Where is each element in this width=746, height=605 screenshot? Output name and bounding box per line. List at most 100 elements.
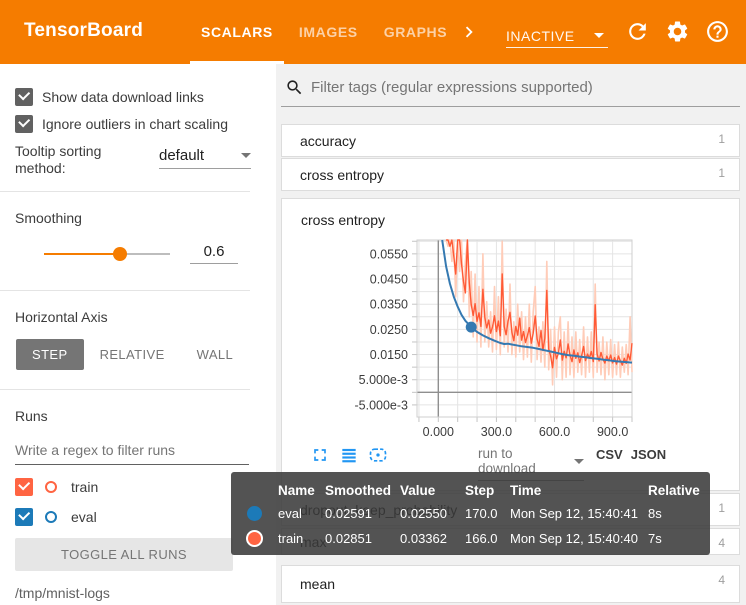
- tag-row-label: mean: [300, 576, 336, 592]
- chart-toolbar-icons: [310, 445, 388, 465]
- tooltip-cell: 170.0: [465, 506, 498, 521]
- tooltip-header-row: Name Smoothed Value Step Time Relative: [231, 479, 710, 501]
- svg-text:0.000: 0.000: [423, 425, 454, 439]
- svg-text:5.000e-3: 5.000e-3: [359, 373, 408, 387]
- tag-count-badge: 4: [718, 573, 725, 587]
- svg-text:0.0350: 0.0350: [370, 298, 408, 312]
- toggle-all-runs-button[interactable]: TOGGLE ALL RUNS: [15, 538, 233, 571]
- svg-text:300.0: 300.0: [481, 425, 512, 439]
- svg-text:900.0: 900.0: [597, 425, 628, 439]
- show-download-links-row: Show data download links: [15, 88, 276, 106]
- run-eval-label: eval: [71, 509, 97, 525]
- tab-images[interactable]: IMAGES: [286, 0, 371, 64]
- show-download-links-checkbox[interactable]: [15, 88, 33, 106]
- eval-run-dot: [247, 506, 262, 521]
- tag-count-badge: 1: [718, 501, 725, 515]
- tensorboard-app: TensorBoard SCALARS IMAGES GRAPHS INACTI…: [0, 0, 746, 605]
- tag-row-accuracy[interactable]: accuracy 1: [281, 124, 740, 157]
- runs-filter-input[interactable]: [15, 440, 249, 465]
- caret-down-icon: [594, 33, 604, 38]
- smoothing-label: Smoothing: [15, 210, 82, 226]
- header-icons: [625, 19, 730, 44]
- status-dropdown[interactable]: INACTIVE: [506, 24, 608, 48]
- axis-step-button[interactable]: STEP: [16, 339, 84, 370]
- tab-scalars[interactable]: SCALARS: [188, 0, 286, 64]
- tooltip-sorting-dropdown[interactable]: default: [159, 143, 251, 169]
- refresh-icon[interactable]: [625, 19, 650, 44]
- tag-row-cross-entropy[interactable]: cross entropy 1: [281, 158, 740, 191]
- run-train-color-circle[interactable]: [45, 481, 57, 493]
- tooltip-col-value: Value: [400, 482, 436, 498]
- svg-text:0.0150: 0.0150: [370, 348, 408, 362]
- svg-text:0.0550: 0.0550: [370, 247, 408, 261]
- tooltip-col-step: Step: [465, 482, 495, 498]
- download-links: CSV JSON: [596, 447, 666, 462]
- smoothing-slider[interactable]: [44, 246, 170, 261]
- tag-row-label: cross entropy: [300, 166, 385, 183]
- tooltip-cell: eval: [278, 506, 302, 521]
- run-eval-checkbox[interactable]: [15, 508, 33, 526]
- chart-toolbar: run to download CSV JSON: [282, 443, 739, 481]
- caret-down-icon: [574, 458, 584, 464]
- tag-filter-row: [281, 78, 740, 107]
- gear-icon[interactable]: [665, 19, 690, 44]
- status-dropdown-value: INACTIVE: [506, 27, 575, 44]
- tooltip-cell: 8s: [648, 506, 662, 521]
- search-icon: [287, 80, 302, 95]
- runs-label: Runs: [15, 408, 48, 424]
- tooltip-cell: Mon Sep 12, 15:40:41: [510, 506, 638, 521]
- help-icon[interactable]: [705, 19, 730, 44]
- chevron-right-icon[interactable]: [458, 21, 480, 43]
- tag-filter-input[interactable]: [311, 79, 738, 96]
- tooltip-cell: 7s: [648, 531, 662, 546]
- divider: [0, 389, 250, 390]
- tooltip-cell: Mon Sep 12, 15:40:40: [510, 531, 638, 546]
- app-title: TensorBoard: [24, 20, 144, 41]
- scalar-chart[interactable]: 0.0550 0.0450 0.0350 0.0250 0.0150 5.000e-3 -5…: [282, 199, 741, 467]
- nav-tabs: SCALARS IMAGES GRAPHS: [188, 0, 460, 64]
- axis-wall-button[interactable]: WALL: [181, 339, 250, 370]
- expand-chart-icon[interactable]: [310, 445, 330, 465]
- json-download-link[interactable]: JSON: [631, 447, 666, 462]
- ignore-outliers-row: Ignore outliers in chart scaling: [15, 115, 276, 133]
- smoothing-value-field[interactable]: 0.6: [190, 243, 238, 264]
- tooltip-col-relative: Relative: [648, 482, 700, 498]
- show-download-links-label: Show data download links: [42, 89, 204, 105]
- run-eval-color-circle[interactable]: [45, 511, 57, 523]
- chart-hover-tooltip: Name Smoothed Value Step Time Relative e…: [231, 472, 710, 555]
- tooltip-cell: 0.02550: [400, 506, 447, 521]
- tooltip-col-name: Name: [278, 482, 315, 498]
- run-train-checkbox[interactable]: [15, 478, 33, 496]
- tooltip-sorting-row: Tooltip sorting method: default: [15, 143, 276, 177]
- caret-down-icon: [241, 153, 251, 158]
- log-directory-path: /tmp/mnist-logs: [15, 585, 110, 601]
- axis-relative-button[interactable]: RELATIVE: [84, 339, 181, 370]
- divider: [0, 191, 250, 192]
- tooltip-cell: 166.0: [465, 531, 498, 546]
- tooltip-col-time: Time: [510, 482, 542, 498]
- run-train-label: train: [71, 479, 99, 495]
- tooltip-cell: 0.03362: [400, 531, 447, 546]
- ignore-outliers-label: Ignore outliers in chart scaling: [42, 116, 228, 132]
- divider: [0, 290, 250, 291]
- svg-text:0.0250: 0.0250: [370, 323, 408, 337]
- tooltip-row-train: train 0.02851 0.03362 166.0 Mon Sep 12, …: [231, 526, 710, 551]
- tooltip-cell: 0.02851: [325, 531, 372, 546]
- smoothing-slider-thumb[interactable]: [112, 246, 127, 261]
- tag-row-label: accuracy: [300, 132, 357, 149]
- fit-domain-icon[interactable]: [368, 445, 388, 465]
- ignore-outliers-checkbox[interactable]: [15, 115, 33, 133]
- tooltip-col-smoothed: Smoothed: [325, 482, 391, 498]
- svg-text:0.0450: 0.0450: [370, 273, 408, 287]
- svg-text:-5.000e-3: -5.000e-3: [354, 398, 408, 412]
- tag-row-mean[interactable]: mean 4: [281, 565, 740, 603]
- tooltip-cell: train: [278, 531, 304, 546]
- stacked-lines-icon[interactable]: [339, 445, 359, 465]
- train-run-dot: [246, 530, 263, 547]
- tab-graphs[interactable]: GRAPHS: [371, 0, 461, 64]
- smoothing-slider-row: 0.6: [44, 243, 276, 264]
- horizontal-axis-buttons: STEP RELATIVE WALL: [16, 339, 276, 370]
- tag-count-badge: 4: [718, 536, 725, 550]
- csv-download-link[interactable]: CSV: [596, 447, 623, 462]
- horizontal-axis-label: Horizontal Axis: [15, 309, 108, 325]
